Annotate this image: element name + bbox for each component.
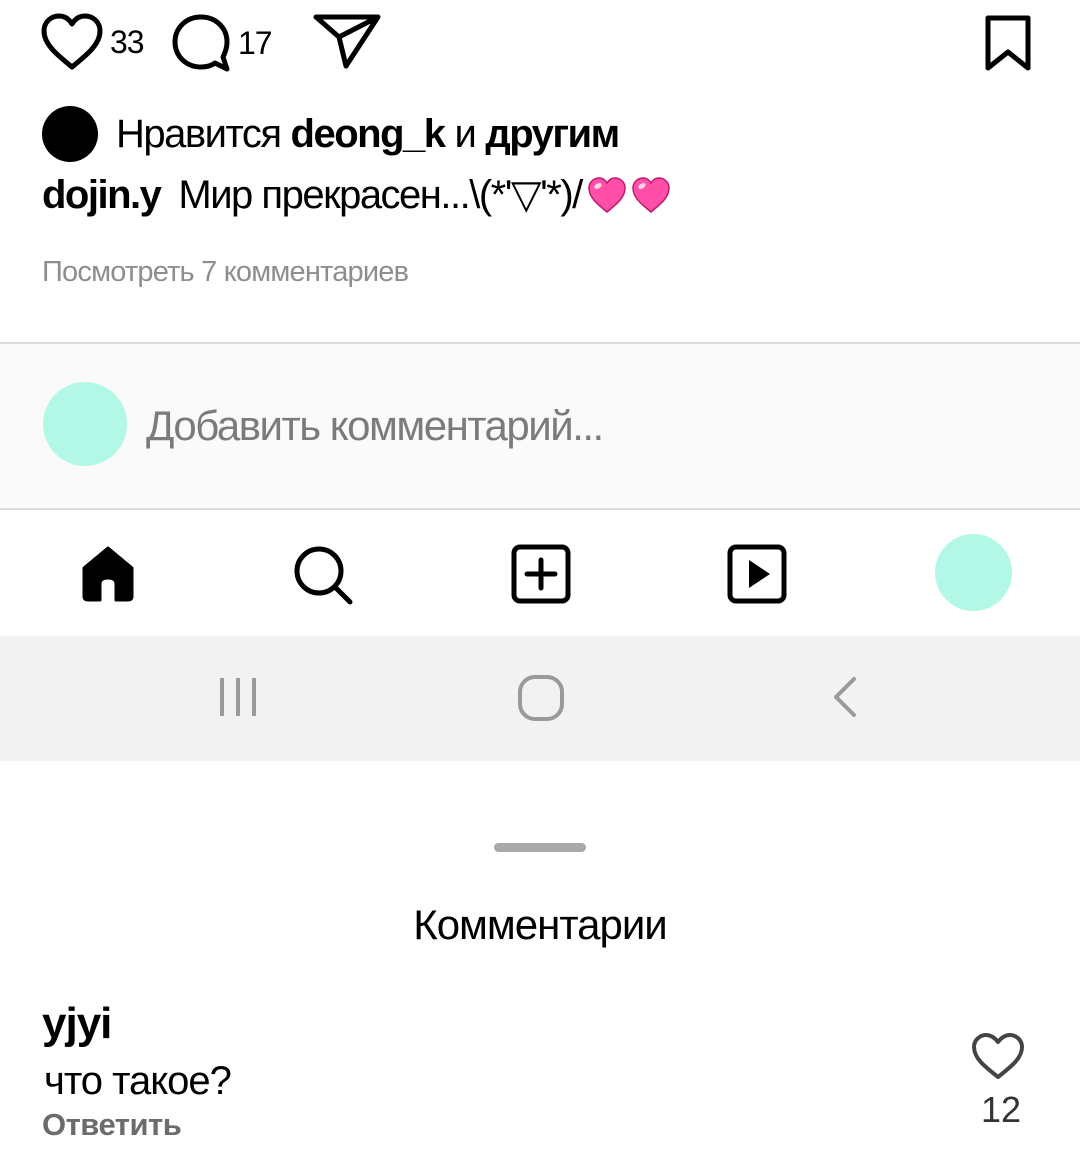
- bottom-navigation: [0, 510, 1080, 636]
- recents-button[interactable]: [218, 674, 262, 725]
- system-back-button[interactable]: [830, 674, 860, 725]
- system-home-button[interactable]: [516, 674, 566, 727]
- likes-count: 33: [110, 23, 145, 60]
- add-comment-input[interactable]: Добавить комментарий...: [146, 402, 604, 450]
- likes-and: и: [454, 111, 477, 156]
- comments-count: 17: [238, 24, 273, 61]
- comment-like-button[interactable]: [970, 1031, 1026, 1086]
- caption-emoji: [586, 175, 672, 215]
- share-action[interactable]: [312, 12, 382, 70]
- heart-icon[interactable]: [40, 12, 104, 72]
- nav-create-button[interactable]: [510, 544, 572, 609]
- save-action[interactable]: [982, 14, 1034, 72]
- sheet-title: Комментарии: [413, 901, 668, 948]
- add-post-icon[interactable]: [510, 544, 572, 604]
- likes-others[interactable]: другим: [485, 112, 620, 157]
- reply-button[interactable]: Ответить: [42, 1107, 182, 1143]
- back-icon[interactable]: [830, 674, 860, 720]
- send-icon[interactable]: [312, 12, 382, 70]
- nav-home-button[interactable]: [80, 544, 136, 607]
- likes-prefix: Нравится: [116, 111, 282, 156]
- add-comment-bar: Добавить комментарий...: [0, 342, 1080, 510]
- heart-icon[interactable]: [970, 1031, 1026, 1081]
- comment-like-count: 12: [980, 1089, 1022, 1130]
- comments-sheet: Комментарии yjyi что такое? Ответить 12: [0, 761, 1080, 1160]
- search-icon[interactable]: [292, 544, 354, 606]
- caption-text: Мир прекрасен...\(*'▽'*)/: [178, 173, 583, 217]
- comment-username[interactable]: yjyi: [42, 999, 112, 1049]
- pink-heart-icon: [588, 177, 626, 213]
- system-navigation-bar: [0, 636, 1080, 761]
- bookmark-icon[interactable]: [982, 14, 1034, 72]
- recents-icon[interactable]: [218, 674, 262, 720]
- profile-avatar[interactable]: [935, 534, 1012, 611]
- liker-avatar: [42, 106, 98, 162]
- view-all-comments-link[interactable]: Посмотреть 7 комментариев: [42, 256, 409, 289]
- caption-username[interactable]: dojin.y: [42, 173, 162, 218]
- likes-user[interactable]: deong_k: [291, 112, 446, 157]
- post-caption: dojin.y Мир прекрасен...\(*'▽'*)/: [42, 172, 672, 218]
- current-user-avatar: [43, 382, 127, 466]
- likes-summary[interactable]: Нравится deong_k и другим: [42, 106, 620, 162]
- nav-reels-button[interactable]: [726, 544, 788, 609]
- reels-icon[interactable]: [726, 544, 788, 604]
- home-icon[interactable]: [80, 544, 136, 602]
- comment-text: что такое?: [44, 1059, 232, 1103]
- comment-action[interactable]: 17: [170, 12, 273, 74]
- like-action[interactable]: 33: [40, 12, 145, 72]
- home-circle-icon[interactable]: [516, 674, 566, 722]
- sheet-drag-handle[interactable]: [494, 843, 586, 852]
- pink-heart-icon: [632, 177, 670, 213]
- comment-bubble-icon[interactable]: [170, 12, 232, 74]
- post-action-bar: 33 17: [0, 0, 1080, 90]
- nav-search-button[interactable]: [292, 544, 354, 611]
